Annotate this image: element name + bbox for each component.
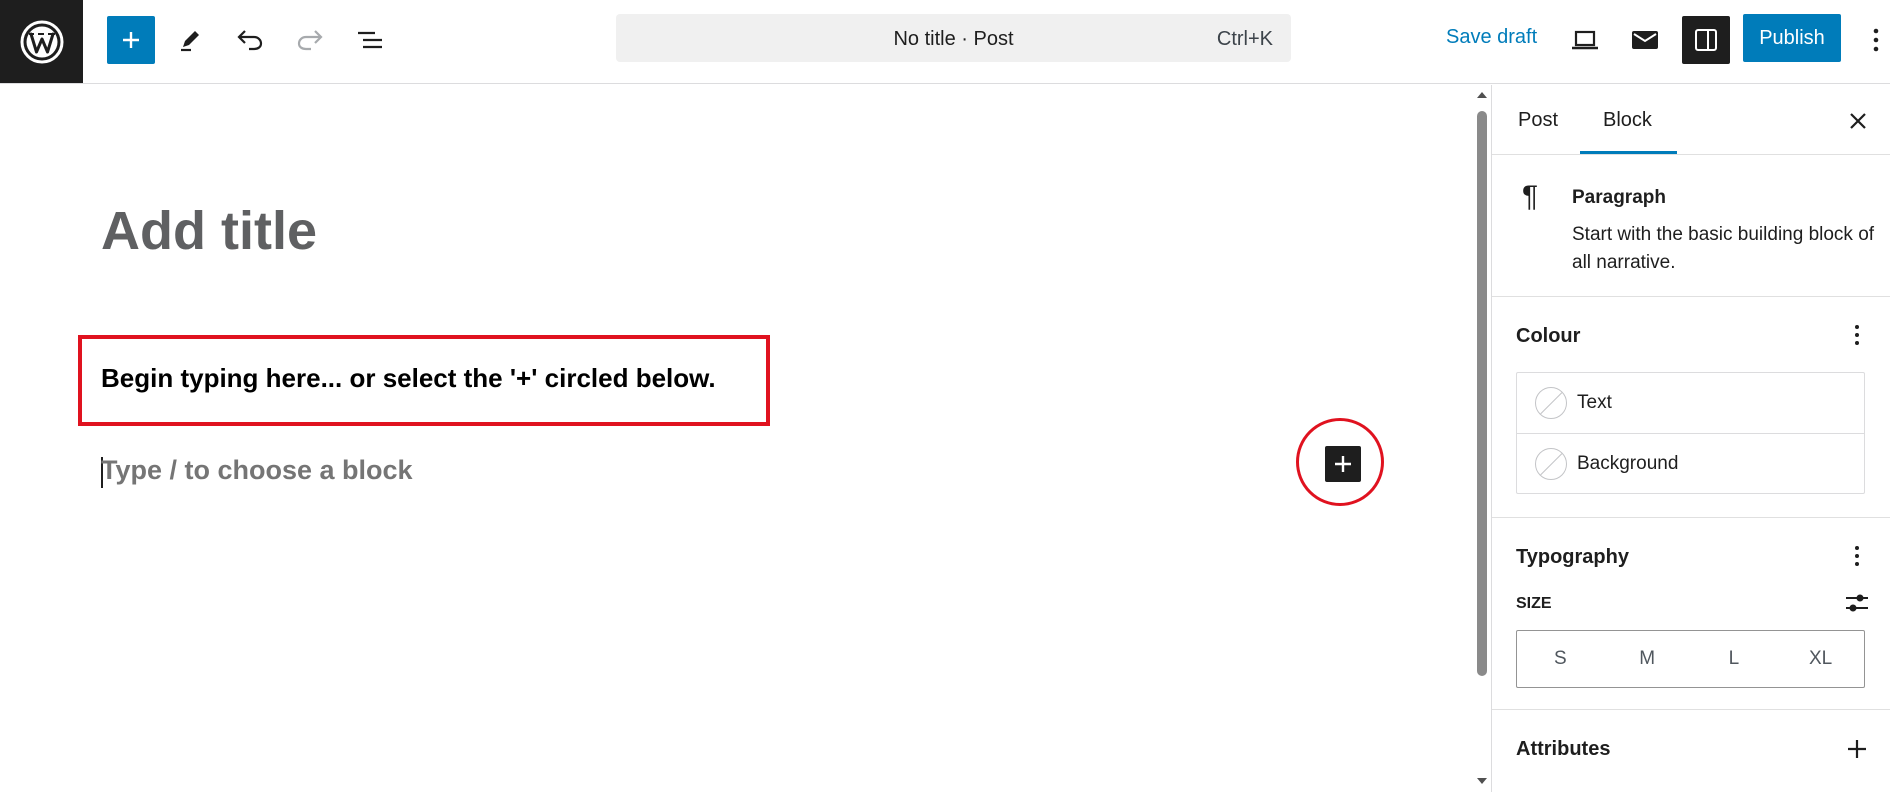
colour-options-icon[interactable] (1845, 323, 1869, 347)
panel-divider (1492, 517, 1890, 518)
sliders-icon[interactable] (1844, 591, 1870, 615)
list-view-icon (358, 31, 382, 49)
wordpress-logo-glyph (20, 20, 63, 63)
document-title: No title · Post (893, 28, 1014, 50)
vertical-ellipsis-icon (1873, 28, 1879, 52)
paragraph-block[interactable]: Begin typing here... or select the '+' c… (101, 363, 716, 394)
colour-background-label: Background (1577, 453, 1679, 474)
wordpress-logo-icon[interactable] (0, 0, 83, 83)
settings-toggle-button[interactable] (1682, 16, 1730, 64)
empty-swatch-icon (1535, 387, 1567, 419)
tab-block[interactable]: Block (1603, 109, 1652, 132)
pilcrow-icon: ¶ (1522, 180, 1539, 213)
close-icon[interactable] (1844, 107, 1872, 135)
colour-settings: Text Background (1516, 372, 1865, 494)
font-size-xl[interactable]: XL (1777, 631, 1864, 687)
preview-button[interactable] (1561, 16, 1609, 64)
redo-button[interactable] (286, 16, 334, 64)
laptop-icon (1572, 30, 1598, 50)
empty-swatch-icon (1535, 448, 1567, 480)
add-block-button[interactable] (1325, 446, 1361, 482)
active-tab-indicator (1580, 151, 1677, 154)
block-name: Paragraph (1572, 187, 1666, 208)
settings-sidebar: Post Block ¶ Paragraph Start with the ba… (1491, 85, 1890, 792)
sidebar-icon (1695, 29, 1717, 51)
canvas-scrollbar[interactable] (1474, 85, 1490, 792)
empty-block-placeholder[interactable]: Type / to choose a block (101, 455, 413, 486)
plus-icon[interactable] (1844, 736, 1870, 762)
undo-icon (237, 30, 263, 51)
tab-post[interactable]: Post (1518, 109, 1558, 132)
attributes-panel-heading: Attributes (1516, 738, 1611, 760)
font-size-label: SIZE (1516, 595, 1552, 612)
typography-panel-heading: Typography (1516, 546, 1629, 568)
scroll-thumb[interactable] (1477, 111, 1487, 676)
plus-icon (123, 32, 139, 48)
scroll-down-arrow-icon[interactable] (1474, 775, 1490, 787)
redo-icon (297, 30, 323, 51)
options-button[interactable] (1862, 16, 1890, 64)
tools-button[interactable] (166, 16, 214, 64)
colour-text-label: Text (1577, 392, 1612, 413)
undo-button[interactable] (226, 16, 274, 64)
block-description: Start with the basic building block of a… (1572, 224, 1875, 273)
pencil-icon (181, 31, 199, 52)
typography-options-icon[interactable] (1845, 544, 1869, 568)
command-palette-bar[interactable]: No title · Post Ctrl+K (616, 14, 1291, 62)
block-inserter-button[interactable] (107, 16, 155, 64)
block-card: ¶ Paragraph Start with the basic buildin… (1492, 156, 1890, 297)
save-draft-button[interactable]: Save draft (1446, 26, 1537, 49)
publish-button[interactable]: Publish (1743, 14, 1841, 62)
document-overview-button[interactable] (346, 16, 394, 64)
font-size-l[interactable]: L (1691, 631, 1778, 687)
scroll-up-arrow-icon[interactable] (1474, 89, 1490, 101)
editor-header: No title · Post Ctrl+K Save draft Publis… (0, 0, 1890, 84)
sidebar-tabs: Post Block (1492, 85, 1890, 155)
font-size-m[interactable]: M (1604, 631, 1691, 687)
editor-canvas: Add title Begin typing here... or select… (0, 85, 1474, 792)
font-size-s[interactable]: S (1517, 631, 1604, 687)
colour-background-item[interactable]: Background (1517, 433, 1864, 493)
panel-divider (1492, 709, 1890, 710)
plus-icon (1335, 456, 1351, 472)
envelope-icon (1632, 31, 1658, 49)
colour-panel-heading: Colour (1516, 325, 1581, 347)
keyboard-shortcut: Ctrl+K (1216, 28, 1273, 50)
font-size-picker: S M L XL (1516, 630, 1865, 688)
email-button[interactable] (1621, 16, 1669, 64)
colour-text-item[interactable]: Text (1517, 373, 1864, 433)
post-title-input[interactable]: Add title (101, 200, 317, 262)
